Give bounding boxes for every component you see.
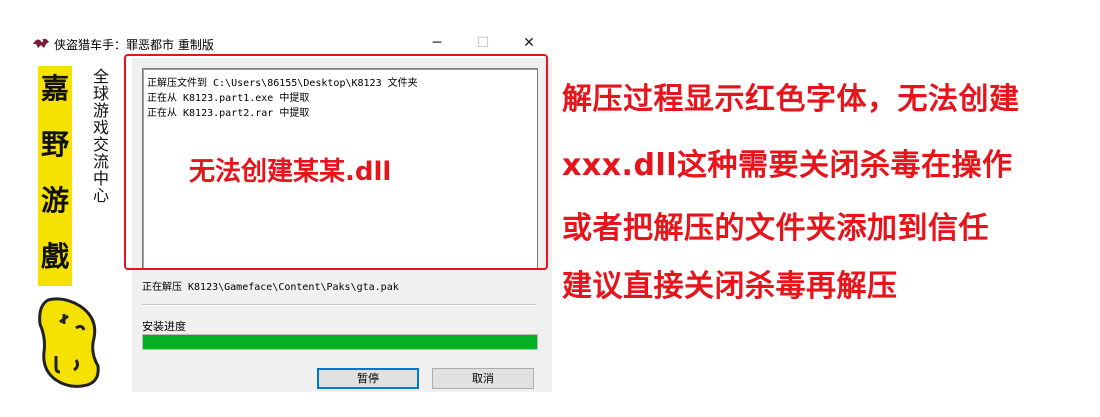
logo-char: 嘉 [40,72,69,105]
annotation-line: 解压过程显示红色字体，无法创建 [562,82,1020,117]
sidebar-banner: 嘉 野 游 戲 全球游戏交流中心 [28,58,132,392]
current-file-status: 正在解压 K8123\Gameface\Content\Paks\gta.pak [142,282,399,293]
logo-char: 游 [40,184,69,217]
brand-logo: 嘉 野 游 戲 [38,66,72,286]
progress-fill [143,335,537,349]
window-title: 侠盗猎车手：罪恶都市 重制版 [54,38,214,52]
cancel-button[interactable]: 取消 [432,368,534,389]
brand-slogan: 全球游戏交流中心 [90,68,109,204]
annotation-highlight-frame [124,54,548,270]
app-icon [33,38,49,48]
annotation-line: 建议直接关闭杀毒再解压 [562,269,898,304]
annotation-line: 或者把解压的文件夹添加到信任 [562,211,989,246]
progress-label: 安装进度 [142,320,186,333]
annotation-line: xxx.dll这种需要关闭杀毒在操作 [562,148,1013,183]
separator [142,304,536,306]
install-progress-bar [142,334,538,350]
gamepad-mascot-icon [38,297,100,388]
pause-button[interactable]: 暂停 [317,368,419,389]
logo-char: 戲 [40,240,69,273]
logo-char: 野 [40,128,69,161]
